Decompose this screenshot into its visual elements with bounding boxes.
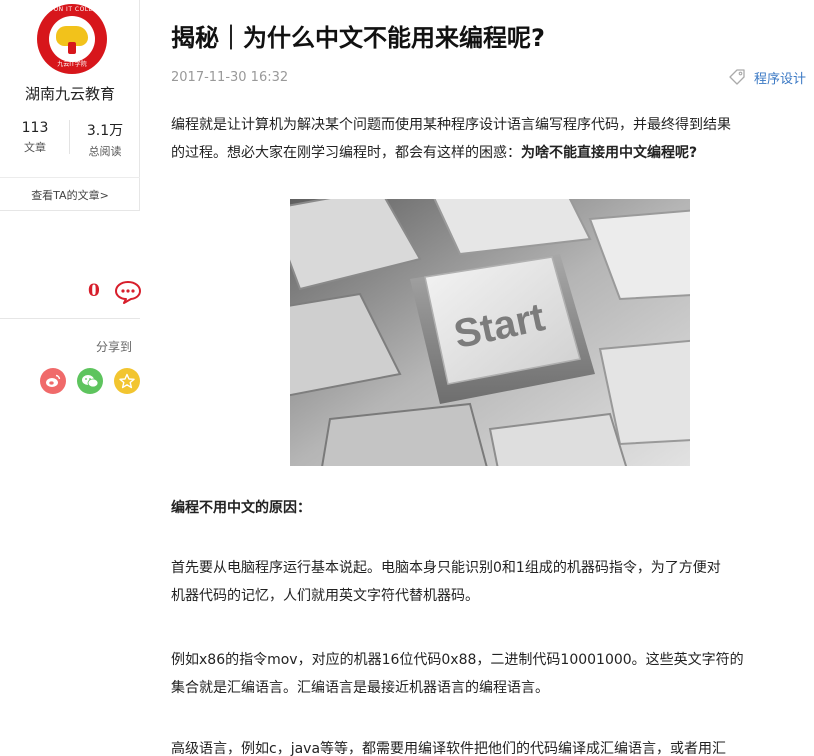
articles-label: 文章: [24, 141, 46, 154]
weibo-share-button[interactable]: [40, 368, 66, 394]
paragraph-2-line-1: 例如x86的指令mov，对应的机器16位代码0x88，二进制代码10001000…: [171, 652, 744, 668]
article-title: 揭秘｜为什么中文不能用来编程呢?: [171, 24, 545, 52]
intro-question: 为啥不能直接用中文编程呢?: [521, 145, 698, 161]
reads-count: 3.1万: [86, 123, 124, 139]
paragraph-2: 例如x86的指令mov，对应的机器16位代码0x88，二进制代码10001000…: [171, 646, 811, 702]
paragraph-1: 首先要从电脑程序运行基本说起。电脑本身只能识别0和1组成的机器码指令，为了方便对…: [171, 554, 811, 610]
author-name[interactable]: 湖南九云教育: [0, 83, 140, 104]
paragraph-3-line-1: 高级语言，例如c，java等等，都需要用编译软件把他们的代码编译成汇编语言，或者…: [171, 741, 727, 756]
publish-date: 2017-11-30 16:32: [171, 70, 289, 85]
intro-line-2: 的过程。想必大家在刚学习编程时，都会有这样的困惑：为啥不能直接用中文编程呢?: [171, 139, 811, 167]
author-card: JIU YUN IT COLLEGE 九云IT学院 湖南九云教育 113 文章 …: [0, 0, 140, 211]
articles-stat: 113 文章: [0, 120, 70, 155]
category-tag[interactable]: 程序设计: [728, 68, 806, 87]
logo-stem: [68, 42, 76, 54]
articles-count: 113: [21, 120, 49, 136]
comment-count[interactable]: 0: [88, 281, 100, 301]
star-icon: [119, 373, 135, 389]
keyboard-illustration: Start: [290, 199, 690, 466]
tag-label: 程序设计: [754, 72, 807, 87]
paragraph-2-line-2: 集合就是汇编语言。汇编语言是最接近机器语言的编程语言。: [171, 680, 549, 696]
logo-bottom-text: 九云IT学院: [57, 61, 87, 68]
section-heading: 编程不用中文的原因：: [171, 500, 311, 516]
intro-paragraph: 编程就是让计算机为解决某个问题而使用某种程序设计语言编写程序代码，并最终得到结果…: [171, 111, 811, 167]
wechat-share-button[interactable]: [77, 368, 103, 394]
wechat-icon: [82, 375, 99, 388]
paragraph-3: 高级语言，例如c，java等等，都需要用编译软件把他们的代码编译成汇编语言，或者…: [171, 735, 811, 756]
side-divider: [0, 318, 140, 319]
favorite-share-button[interactable]: [114, 368, 140, 394]
card-divider: [0, 177, 140, 178]
view-articles-link[interactable]: 查看TA的文章>: [0, 187, 140, 203]
paragraph-1-line-2: 机器代码的记忆，人们就用英文字符代替机器码。: [171, 588, 479, 604]
tag-icon: [729, 68, 745, 85]
intro-line-1: 编程就是让计算机为解决某个问题而使用某种程序设计语言编写程序代码，并最终得到结果: [171, 117, 731, 133]
author-avatar[interactable]: JIU YUN IT COLLEGE 九云IT学院: [37, 4, 107, 74]
comment-icon[interactable]: [114, 280, 142, 304]
keyboard-image: Start: [290, 199, 690, 466]
reads-stat: 3.1万 总阅读: [70, 120, 140, 159]
intro-line-2-text: 的过程。想必大家在刚学习编程时，都会有这样的困惑：: [171, 145, 521, 161]
share-label: 分享到: [96, 340, 133, 354]
logo-ring-text: JIU YUN IT COLLEGE: [37, 6, 107, 13]
paragraph-1-line-1: 首先要从电脑程序运行基本说起。电脑本身只能识别0和1组成的机器码指令，为了方便对: [171, 560, 721, 576]
reads-label: 总阅读: [88, 145, 122, 158]
weibo-icon: [46, 374, 61, 387]
